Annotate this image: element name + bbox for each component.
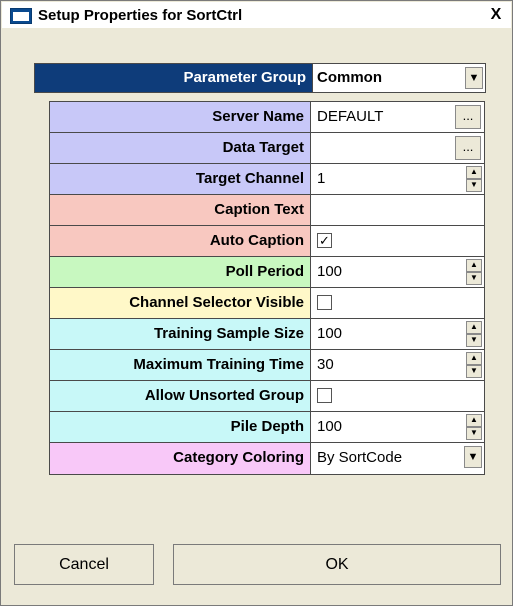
row-server-name: Server Name DEFAULT ... [50, 102, 484, 133]
spin-up-icon[interactable]: ▲ [466, 166, 482, 179]
pile-depth-value: 100 [317, 418, 343, 435]
row-pile-depth: Pile Depth 100 ▲ ▼ [50, 412, 484, 443]
parameter-group-row: Parameter Group Common ▼ [34, 63, 486, 93]
title-bar: Setup Properties for SortCtrl X [2, 2, 511, 28]
maximum-training-time-value: 30 [317, 356, 334, 373]
ok-button[interactable]: OK [173, 544, 501, 585]
row-auto-caption: Auto Caption ✓ [50, 226, 484, 257]
target-channel-spinner[interactable]: ▲ ▼ [466, 166, 482, 192]
maximum-training-time-spinner[interactable]: ▲ ▼ [466, 352, 482, 378]
data-target-field[interactable]: ... [311, 133, 484, 163]
category-coloring-value: By SortCode [317, 449, 403, 466]
maximum-training-time-label: Maximum Training Time [50, 350, 311, 380]
training-sample-size-label: Training Sample Size [50, 319, 311, 349]
parameter-group-label: Parameter Group [35, 64, 312, 92]
chevron-down-icon[interactable]: ▼ [464, 446, 482, 468]
pile-depth-field[interactable]: 100 ▲ ▼ [311, 412, 484, 442]
spin-up-icon[interactable]: ▲ [466, 352, 482, 365]
spin-down-icon[interactable]: ▼ [466, 334, 482, 347]
channel-selector-visible-field [311, 288, 484, 318]
spin-up-icon[interactable]: ▲ [466, 259, 482, 272]
cancel-button[interactable]: Cancel [14, 544, 154, 585]
allow-unsorted-group-checkbox[interactable] [317, 388, 332, 403]
close-button[interactable]: X [487, 7, 505, 24]
maximum-training-time-field[interactable]: 30 ▲ ▼ [311, 350, 484, 380]
allow-unsorted-group-label: Allow Unsorted Group [50, 381, 311, 411]
auto-caption-label: Auto Caption [50, 226, 311, 256]
server-name-label: Server Name [50, 102, 311, 132]
row-caption-text: Caption Text [50, 195, 484, 226]
target-channel-value: 1 [317, 170, 326, 187]
row-maximum-training-time: Maximum Training Time 30 ▲ ▼ [50, 350, 484, 381]
allow-unsorted-group-field [311, 381, 484, 411]
server-name-value: DEFAULT [317, 108, 384, 125]
row-category-coloring: Category Coloring By SortCode ▼ [50, 443, 484, 474]
training-sample-size-spinner[interactable]: ▲ ▼ [466, 321, 482, 347]
poll-period-field[interactable]: 100 ▲ ▼ [311, 257, 484, 287]
poll-period-spinner[interactable]: ▲ ▼ [466, 259, 482, 285]
chevron-down-icon[interactable]: ▼ [465, 67, 483, 89]
row-target-channel: Target Channel 1 ▲ ▼ [50, 164, 484, 195]
spin-up-icon[interactable]: ▲ [466, 414, 482, 427]
pile-depth-label: Pile Depth [50, 412, 311, 442]
category-coloring-select[interactable]: By SortCode ▼ [311, 443, 484, 474]
server-name-browse-button[interactable]: ... [455, 105, 481, 129]
data-target-browse-button[interactable]: ... [455, 136, 481, 160]
spin-down-icon[interactable]: ▼ [466, 179, 482, 192]
property-grid: Server Name DEFAULT ... Data Target ... … [49, 101, 485, 475]
poll-period-label: Poll Period [50, 257, 311, 287]
spin-down-icon[interactable]: ▼ [466, 427, 482, 440]
channel-selector-visible-label: Channel Selector Visible [50, 288, 311, 318]
spin-down-icon[interactable]: ▼ [466, 365, 482, 378]
row-data-target: Data Target ... [50, 133, 484, 164]
category-coloring-label: Category Coloring [50, 443, 311, 474]
spin-up-icon[interactable]: ▲ [466, 321, 482, 334]
poll-period-value: 100 [317, 263, 343, 280]
row-channel-selector-visible: Channel Selector Visible [50, 288, 484, 319]
spin-down-icon[interactable]: ▼ [466, 272, 482, 285]
data-target-label: Data Target [50, 133, 311, 163]
row-allow-unsorted-group: Allow Unsorted Group [50, 381, 484, 412]
parameter-group-select[interactable]: Common ▼ [312, 64, 485, 92]
parameter-group-value: Common [317, 69, 382, 86]
row-poll-period: Poll Period 100 ▲ ▼ [50, 257, 484, 288]
window-icon [10, 8, 32, 24]
channel-selector-visible-checkbox[interactable] [317, 295, 332, 310]
window-title: Setup Properties for SortCtrl [38, 7, 243, 24]
target-channel-label: Target Channel [50, 164, 311, 194]
target-channel-field[interactable]: 1 ▲ ▼ [311, 164, 484, 194]
auto-caption-checkbox[interactable]: ✓ [317, 233, 332, 248]
auto-caption-field: ✓ [311, 226, 484, 256]
caption-text-label: Caption Text [50, 195, 311, 225]
training-sample-size-value: 100 [317, 325, 343, 342]
row-training-sample-size: Training Sample Size 100 ▲ ▼ [50, 319, 484, 350]
setup-properties-dialog: Setup Properties for SortCtrl X Paramete… [0, 0, 513, 606]
caption-text-field[interactable] [311, 195, 484, 225]
pile-depth-spinner[interactable]: ▲ ▼ [466, 414, 482, 440]
server-name-field[interactable]: DEFAULT ... [311, 102, 484, 132]
training-sample-size-field[interactable]: 100 ▲ ▼ [311, 319, 484, 349]
